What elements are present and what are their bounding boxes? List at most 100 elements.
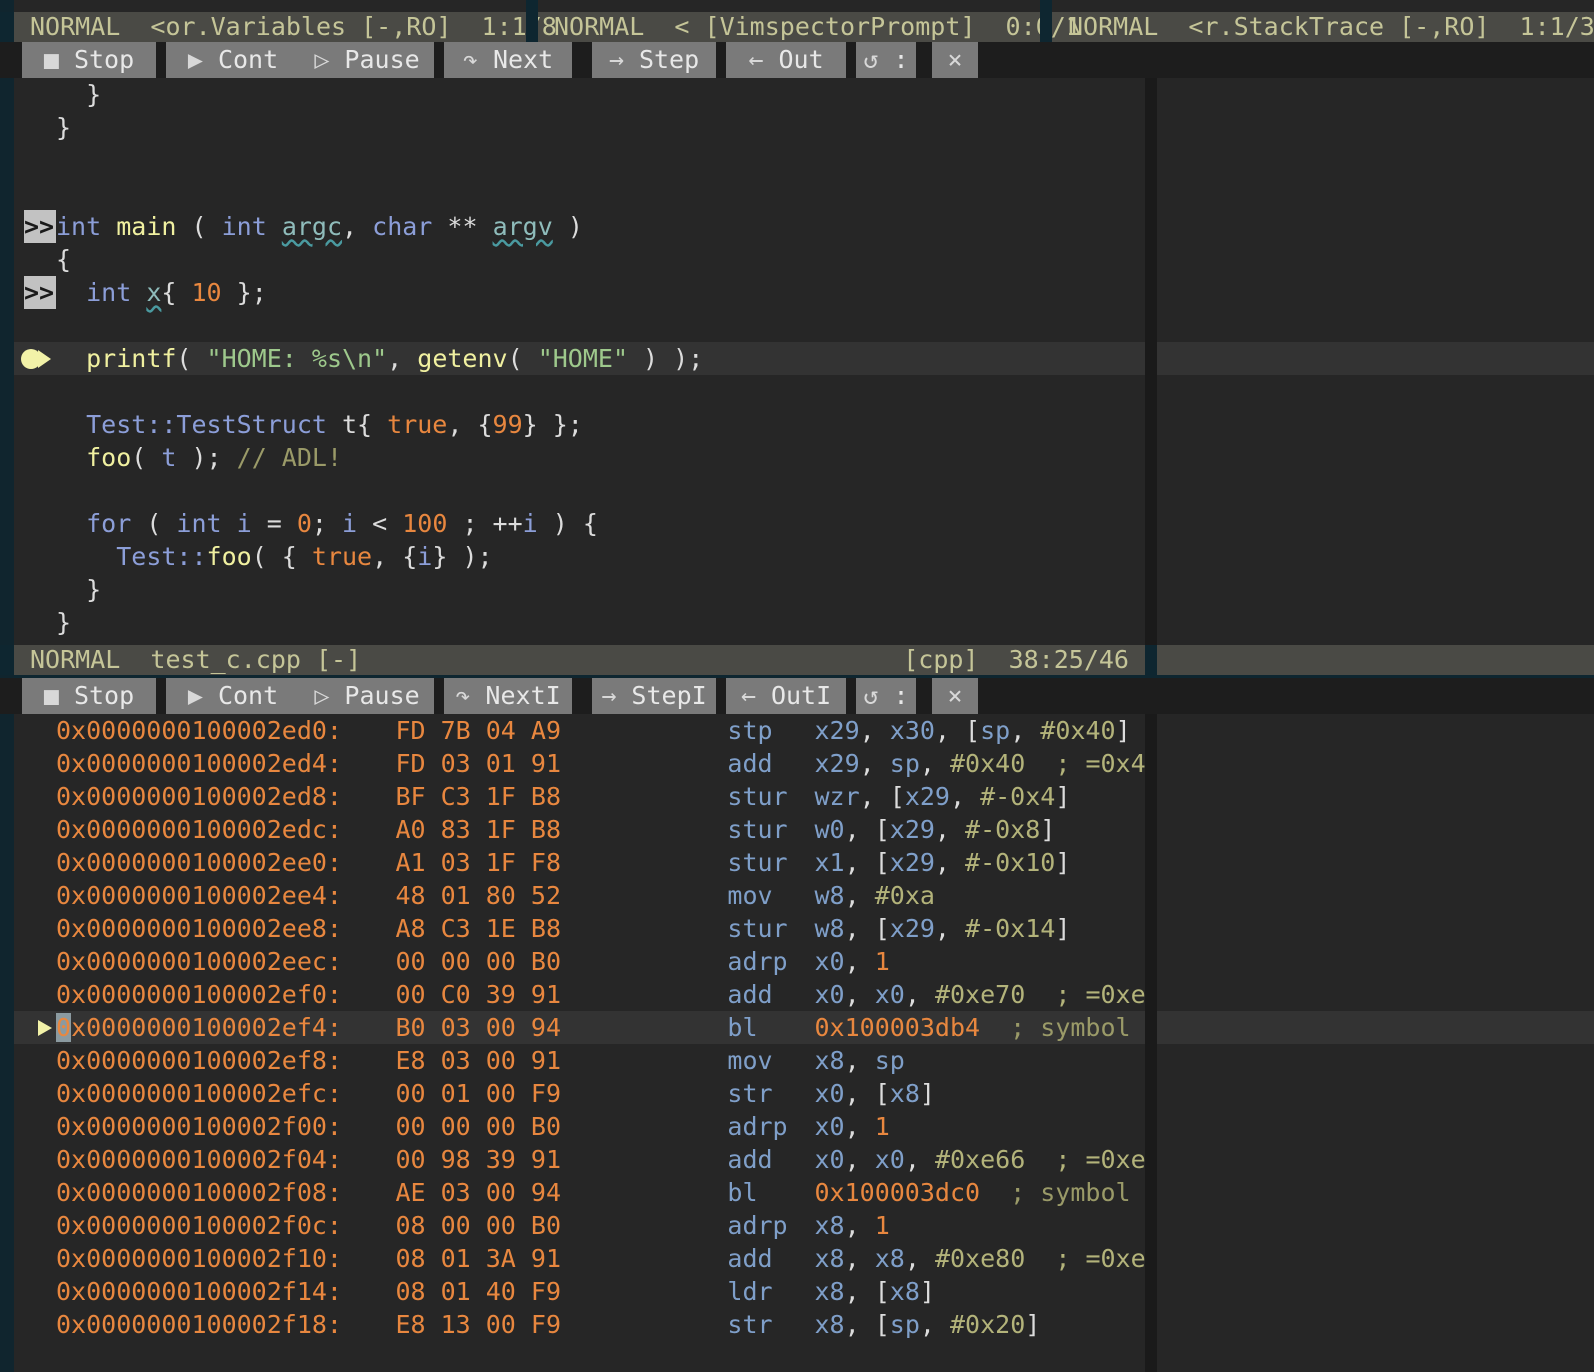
source-line[interactable] <box>14 177 1145 210</box>
source-line[interactable]: } <box>14 78 1145 111</box>
disassembly-row[interactable]: 0x0000000100002ef0: 00 C0 39 91 add x0, x0,… <box>14 978 1145 1011</box>
source-line-text: } <box>56 573 101 606</box>
step-out-icon: ← <box>748 45 764 74</box>
toolbar-button-stop[interactable]: ■ Stop <box>22 42 156 78</box>
disassembly-row[interactable]: 0x0000000100002ee0: A1 03 1F F8 stur x1, [x… <box>14 846 1145 879</box>
disassembly-row[interactable]: 0x0000000100002f14: 08 01 40 F9 ldr x8, [x8… <box>14 1275 1145 1308</box>
operand-token: x30 <box>889 716 935 745</box>
source-line[interactable] <box>14 474 1145 507</box>
instruction-mnemonic: add <box>727 1244 773 1273</box>
toolbar-button-close[interactable]: × <box>932 42 978 78</box>
debug-toolbar-bottom[interactable]: ■ Stop ▶ Cont ▷ Pause ↷ NextI → StepI ← OutI ↺… <box>0 678 1594 714</box>
disassembly-row[interactable]: 0x0000000100002ef4: B0 03 00 94 bl 0x100003… <box>14 1011 1145 1044</box>
code-token: getenv <box>417 344 508 373</box>
operand-token: x8 <box>814 1310 845 1339</box>
source-line[interactable]: } <box>14 573 1145 606</box>
operand-token: , <box>844 881 875 910</box>
disassembly-row[interactable]: 0x0000000100002ed8: BF C3 1F B8 stur wzr, [… <box>14 780 1145 813</box>
source-line[interactable]: { <box>14 243 1145 276</box>
operand-token: , <box>859 749 890 778</box>
right-pane-bottom[interactable] <box>1157 714 1594 1372</box>
source-code-pane[interactable]: }} >> int main ( int argc, char ** argv ){… <box>14 78 1145 645</box>
sign-marker-arrow[interactable]: >> <box>24 276 56 309</box>
toolbar-button-outi[interactable]: ← OutI <box>726 678 846 714</box>
restart-icon: ↺ <box>863 45 879 74</box>
disassembly-row[interactable]: 0x0000000100002ee4: 48 01 80 52 mov w8, #0x… <box>14 879 1145 912</box>
right-pane-top[interactable] <box>1157 78 1594 645</box>
source-line[interactable]: Test::foo( { true, {i} ); <box>14 540 1145 573</box>
source-line[interactable]: } <box>14 111 1145 144</box>
disassembly-row[interactable]: 0x0000000100002efc: 00 01 00 F9 str x0, [x8… <box>14 1077 1145 1110</box>
disassembly-row[interactable]: 0x0000000100002ed4: FD 03 01 91 add x29, sp… <box>14 747 1145 780</box>
operand-token: ; =0xe70 <box>1055 980 1145 1009</box>
source-line-text: int main ( int argc, char ** argv ) <box>56 210 583 243</box>
code-token: i <box>236 509 252 538</box>
source-statusline: NORMAL test_c.cpp [-] [cpp] 38:25/46 <box>0 645 1594 675</box>
sign-marker-arrow[interactable]: >> <box>24 210 56 243</box>
instruction-operands: x8, [x8] <box>815 1275 935 1308</box>
source-line[interactable]: Test::TestStruct t{ true, {99} }; <box>14 408 1145 441</box>
operand-token: ] <box>919 1079 935 1108</box>
disassembly-row[interactable]: 0x0000000100002f18: E8 13 00 F9 str x8, [sp… <box>14 1308 1145 1341</box>
source-line[interactable]: foo( t ); // ADL! <box>14 441 1145 474</box>
disassembly-row[interactable]: 0x0000000100002f10: 08 01 3A 91 add x8, x8,… <box>14 1242 1145 1275</box>
source-line[interactable] <box>14 144 1145 177</box>
vertical-splitter-bottom[interactable] <box>1145 714 1157 1372</box>
disassembly-row[interactable]: 0x0000000100002edc: A0 83 1F B8 stur w0, [x… <box>14 813 1145 846</box>
instruction-mnemonic: stp <box>727 716 773 745</box>
disassembly-pane[interactable]: 0x0000000100002ed0: FD 7B 04 A9 stp x29, x3… <box>14 714 1145 1372</box>
instruction-address: 0x0000000100002edc: <box>56 815 342 844</box>
code-token: 0 <box>296 509 312 538</box>
operand-token: x0 <box>814 1079 845 1108</box>
instruction-operands: x0, [x8] <box>815 1077 935 1110</box>
toolbar-button-cont[interactable]: ▶ Cont <box>166 678 300 714</box>
source-line[interactable]: >> int main ( int argc, char ** argv ) <box>14 210 1145 243</box>
disassembly-row[interactable]: 0x0000000100002ed0: FD 7B 04 A9 stp x29, x3… <box>14 714 1145 747</box>
instruction-operands: x29, x30, [sp, #0x40] <box>815 714 1131 747</box>
debug-toolbar-top[interactable]: ■ Stop ▶ Cont ▷ Pause ↷ Next → Step ← Out ↺ : × <box>0 42 1594 78</box>
disassembly-row[interactable]: 0x0000000100002ef8: E8 03 00 91 mov x8, sp <box>14 1044 1145 1077</box>
code-token: argc <box>281 212 343 241</box>
source-line[interactable] <box>14 375 1145 408</box>
disassembly-row[interactable]: 0x0000000100002f04: 00 98 39 91 add x0, x0,… <box>14 1143 1145 1176</box>
instruction-address: 0x0000000100002f08: <box>56 1178 342 1207</box>
operand-token: #0x40 <box>949 749 1026 778</box>
toolbar-button-close[interactable]: × <box>932 678 978 714</box>
toolbar-button-out[interactable]: ← Out <box>726 42 846 78</box>
toolbar-button-pause[interactable]: ▷ Pause <box>300 678 434 714</box>
instruction-address: 0x0000000100002ee8: <box>56 914 342 943</box>
instruction-mnemonic: stur <box>727 815 788 844</box>
disassembly-row[interactable]: 0x0000000100002ee8: A8 C3 1E B8 stur w8, [x… <box>14 912 1145 945</box>
disassembly-row[interactable]: 0x0000000100002f00: 00 00 00 B0 adrp x0, 1 <box>14 1110 1145 1143</box>
toolbar-button-stepi[interactable]: → StepI <box>592 678 716 714</box>
source-line[interactable]: for ( int i = 0; i < 100 ; ++i ) { <box>14 507 1145 540</box>
toolbar-button-restart[interactable]: ↺ : <box>856 678 916 714</box>
source-line[interactable]: printf( "HOME: %s\n", getenv( "HOME" ) )… <box>14 342 1145 375</box>
disassembly-row[interactable]: 0x0000000100002f08: AE 03 00 94 bl 0x100003… <box>14 1176 1145 1209</box>
instruction-mnemonic: bl <box>727 1178 758 1207</box>
source-line[interactable]: } <box>14 606 1145 639</box>
toolbar-button-cont[interactable]: ▶ Cont <box>166 42 300 78</box>
toolbar-button-next[interactable]: ↷ Next <box>444 42 572 78</box>
sign-marker-breakpoint-pc[interactable] <box>20 342 52 375</box>
vertical-splitter-top[interactable] <box>1145 78 1157 645</box>
operand-token: ; =0x40 <box>1055 749 1145 778</box>
toolbar-button-nexti[interactable]: ↷ NextI <box>444 678 572 714</box>
toolbar-button-step[interactable]: → Step <box>592 42 716 78</box>
source-line[interactable] <box>14 309 1145 342</box>
source-line[interactable]: >> int x{ 10 }; <box>14 276 1145 309</box>
operand-token: ; =0xe80 <box>1055 1244 1145 1273</box>
instruction-bytes: A1 03 1F F8 <box>395 848 562 877</box>
step-out-instruction-icon: ← <box>740 681 756 710</box>
code-token: 99 <box>492 410 523 439</box>
toolbar-button-stop[interactable]: ■ Stop <box>22 678 156 714</box>
instruction-operands: wzr, [x29, #-0x4] <box>815 780 1071 813</box>
disassembly-row[interactable]: 0x0000000100002eec: 00 00 00 B0 adrp x0, 1 <box>14 945 1145 978</box>
toolbar-button-pause[interactable]: ▷ Pause <box>300 42 434 78</box>
toolbar-button-restart[interactable]: ↺ : <box>856 42 916 78</box>
operand-token: ] <box>1055 914 1071 943</box>
code-token: // ADL! <box>236 443 343 472</box>
instruction-bytes: 00 00 00 B0 <box>395 1112 562 1141</box>
disassembly-row[interactable]: 0x0000000100002f0c: 08 00 00 B0 adrp x8, 1 <box>14 1209 1145 1242</box>
right-statusline-segment <box>1157 645 1594 675</box>
